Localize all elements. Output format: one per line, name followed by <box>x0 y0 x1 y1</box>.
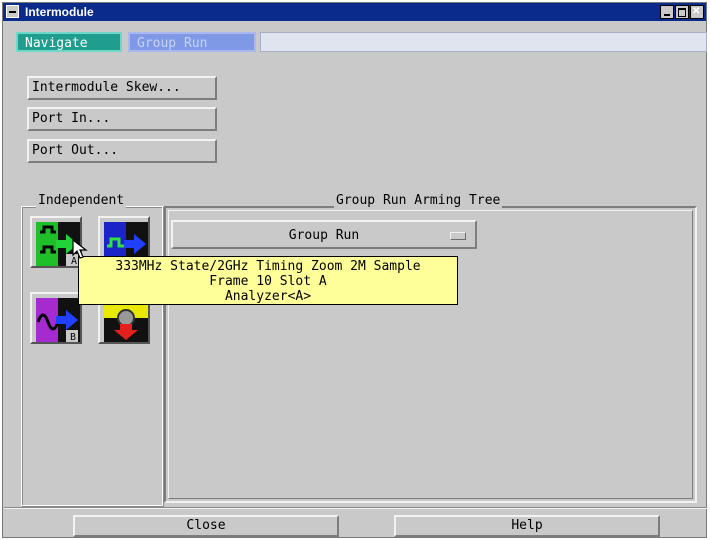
module-b-letter: B <box>70 332 76 342</box>
menu-bar-fill <box>260 32 707 52</box>
close-button[interactable]: Close <box>73 515 339 537</box>
window-title: Intermodule <box>25 5 94 19</box>
group-run-dropdown-value: Group Run <box>288 228 360 243</box>
port-in-button[interactable]: Port In... <box>27 107 217 131</box>
bottom-separator <box>4 507 707 509</box>
group-run-arming-tree-panel <box>164 206 697 503</box>
navigate-menu[interactable]: Navigate <box>16 32 122 52</box>
tooltip-line-3: Analyzer<A> <box>224 289 312 304</box>
minimize-icon[interactable] <box>660 5 674 19</box>
independent-label: Independent <box>36 193 127 208</box>
group-run-menu[interactable]: Group Run <box>128 32 256 52</box>
intermodule-skew-button[interactable]: Intermodule Skew... <box>27 76 217 100</box>
maximize-icon[interactable] <box>675 5 689 19</box>
tooltip-line-2: Frame 10 Slot A <box>209 274 327 289</box>
title-bar[interactable]: Intermodule <box>3 3 706 21</box>
tooltip-line-1: 333MHz State/2GHz Timing Zoom 2M Sample <box>115 259 421 274</box>
window-menu-icon[interactable] <box>6 5 19 18</box>
module-tooltip: 333MHz State/2GHz Timing Zoom 2M Sample … <box>78 256 458 305</box>
port-out-button[interactable]: Port Out... <box>27 139 217 163</box>
arming-tree-label: Group Run Arming Tree <box>334 193 503 208</box>
module-b-icon[interactable]: B <box>30 292 82 344</box>
oscilloscope-icon: B <box>36 298 80 342</box>
group-run-dropdown[interactable]: Group Run <box>171 220 477 249</box>
help-button[interactable]: Help <box>394 515 660 537</box>
close-icon[interactable] <box>690 5 704 19</box>
option-menu-indicator-icon <box>450 232 466 240</box>
menu-bar: Navigate Group Run <box>16 32 707 54</box>
mouse-cursor-icon <box>72 239 88 259</box>
